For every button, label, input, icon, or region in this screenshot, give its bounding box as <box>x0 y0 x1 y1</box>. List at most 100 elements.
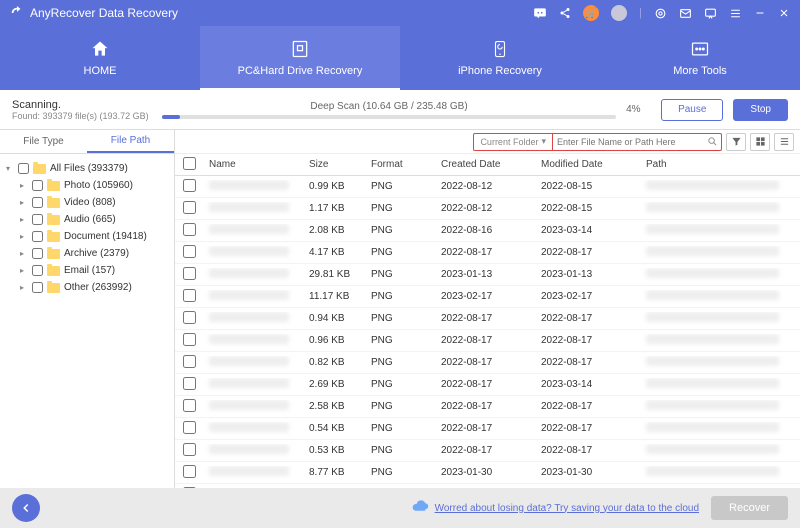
table-row[interactable]: 2.69 KBPNG2022-08-172023-03-14 <box>175 374 800 396</box>
tree-item[interactable]: ▸ Document (19418) <box>4 228 170 245</box>
menu-icon[interactable] <box>729 7 742 20</box>
user-avatar[interactable] <box>611 5 627 21</box>
feedback-icon[interactable] <box>704 7 717 20</box>
col-modified[interactable]: Modified Date <box>535 159 640 170</box>
cell-name <box>203 180 303 193</box>
target-icon[interactable] <box>654 7 667 20</box>
cell-created: 2022-08-12 <box>435 181 535 192</box>
expand-icon[interactable]: ▸ <box>20 198 28 207</box>
row-checkbox[interactable] <box>183 399 196 412</box>
table-row[interactable]: 0.99 KBPNG2022-08-122022-08-15 <box>175 176 800 198</box>
discord-icon[interactable] <box>533 6 547 20</box>
row-checkbox[interactable] <box>183 355 196 368</box>
table-row[interactable]: 0.54 KBPNG2022-08-172022-08-17 <box>175 418 800 440</box>
expand-icon[interactable]: ▾ <box>6 164 14 173</box>
row-checkbox[interactable] <box>183 421 196 434</box>
sidebar-tab-file-type[interactable]: File Type <box>0 130 87 153</box>
row-checkbox[interactable] <box>183 179 196 192</box>
select-all-checkbox[interactable] <box>183 157 196 170</box>
row-checkbox[interactable] <box>183 333 196 346</box>
tree-item[interactable]: ▾All Files (393379) <box>4 160 170 177</box>
recover-button[interactable]: Recover <box>711 496 788 520</box>
table-row[interactable]: 0.53 KBPNG2022-08-172022-08-17 <box>175 440 800 462</box>
close-button[interactable] <box>778 7 790 19</box>
search-input[interactable] <box>553 134 703 150</box>
back-button[interactable] <box>12 494 40 522</box>
table-row[interactable]: 8.77 KBPNG2023-01-302023-01-30 <box>175 462 800 484</box>
nav-tab-icon <box>491 39 509 59</box>
tree-item[interactable]: ▸Other (263992) <box>4 279 170 296</box>
table-row[interactable]: 0.82 KBPNG2022-08-172022-08-17 <box>175 352 800 374</box>
filter-icon[interactable] <box>726 133 746 151</box>
table-row[interactable]: 0.96 KBPNG2022-08-172022-08-17 <box>175 330 800 352</box>
tree-checkbox[interactable] <box>32 197 43 208</box>
tree-checkbox[interactable] <box>32 214 43 225</box>
nav-tab-pc-hard-drive-recovery[interactable]: PC&Hard Drive Recovery <box>200 26 400 90</box>
table-row[interactable]: 1.17 KBPNG2022-08-122022-08-15 <box>175 198 800 220</box>
tree-checkbox[interactable] <box>32 180 43 191</box>
row-checkbox[interactable] <box>183 377 196 390</box>
expand-icon[interactable]: ▸ <box>20 215 28 224</box>
row-checkbox[interactable] <box>183 245 196 258</box>
cell-path <box>640 290 800 303</box>
row-checkbox[interactable] <box>183 267 196 280</box>
row-checkbox[interactable] <box>183 201 196 214</box>
tree-checkbox[interactable] <box>18 163 29 174</box>
tree-item[interactable]: ▸Archive (2379) <box>4 245 170 262</box>
table-row[interactable]: 29.81 KBPNG2023-01-132023-01-13 <box>175 264 800 286</box>
cell-size: 2.08 KB <box>303 225 365 236</box>
cell-path <box>640 422 800 435</box>
search-scope-select[interactable]: Current Folder ▾ <box>474 134 553 150</box>
list-view-icon[interactable] <box>774 133 794 151</box>
expand-icon[interactable]: ▸ <box>20 249 28 258</box>
cell-modified: 2022-08-17 <box>535 335 640 346</box>
stop-button[interactable]: Stop <box>733 99 788 121</box>
cell-path <box>640 180 800 193</box>
tree-checkbox[interactable] <box>32 231 43 242</box>
expand-icon[interactable]: ▸ <box>20 181 28 190</box>
nav-tab-home[interactable]: HOME <box>0 26 200 90</box>
table-row[interactable]: 2.58 KBPNG2022-08-172022-08-17 <box>175 396 800 418</box>
col-format[interactable]: Format <box>365 159 435 170</box>
minimize-button[interactable] <box>754 7 766 19</box>
row-checkbox[interactable] <box>183 443 196 456</box>
row-checkbox[interactable] <box>183 487 196 489</box>
nav-tab-more-tools[interactable]: More Tools <box>600 26 800 90</box>
table-row[interactable]: 0.94 KBPNG2022-08-172022-08-17 <box>175 308 800 330</box>
expand-icon[interactable]: ▸ <box>20 283 28 292</box>
row-checkbox[interactable] <box>183 465 196 478</box>
cloud-link[interactable]: Worred about losing data? Try saving you… <box>435 503 699 514</box>
tree-item[interactable]: ▸Video (808) <box>4 194 170 211</box>
cart-icon[interactable]: 🛒 <box>583 5 599 21</box>
col-created[interactable]: Created Date <box>435 159 535 170</box>
scan-status-bar: Scanning. Found: 393379 file(s) (193.72 … <box>0 90 800 130</box>
share-icon[interactable] <box>559 7 571 19</box>
mail-icon[interactable] <box>679 7 692 20</box>
col-path[interactable]: Path <box>640 159 800 170</box>
table-row[interactable]: 0.68 KBPNG2022-08-172022-08-17 <box>175 484 800 488</box>
expand-icon[interactable]: ▸ <box>20 266 28 275</box>
table-row[interactable]: 4.17 KBPNG2022-08-172022-08-17 <box>175 242 800 264</box>
grid-view-icon[interactable] <box>750 133 770 151</box>
cell-size: 0.99 KB <box>303 181 365 192</box>
col-name[interactable]: Name <box>203 159 303 170</box>
row-checkbox[interactable] <box>183 311 196 324</box>
sidebar-tab-file-path[interactable]: File Path <box>87 130 174 153</box>
pause-button[interactable]: Pause <box>661 99 723 121</box>
tree-checkbox[interactable] <box>32 282 43 293</box>
col-size[interactable]: Size <box>303 159 365 170</box>
row-checkbox[interactable] <box>183 223 196 236</box>
table-row[interactable]: 2.08 KBPNG2022-08-162023-03-14 <box>175 220 800 242</box>
cell-name <box>203 466 303 479</box>
nav-tab-iphone-recovery[interactable]: iPhone Recovery <box>400 26 600 90</box>
expand-icon[interactable]: ▸ <box>20 232 28 241</box>
tree-checkbox[interactable] <box>32 265 43 276</box>
tree-item[interactable]: ▸Email (157) <box>4 262 170 279</box>
tree-label: Document (19418) <box>64 231 147 242</box>
row-checkbox[interactable] <box>183 289 196 302</box>
search-icon[interactable] <box>703 134 721 150</box>
table-row[interactable]: 11.17 KBPNG2023-02-172023-02-17 <box>175 286 800 308</box>
tree-item[interactable]: ▸Audio (665) <box>4 211 170 228</box>
tree-checkbox[interactable] <box>32 248 43 259</box>
tree-item[interactable]: ▸Photo (105960) <box>4 177 170 194</box>
